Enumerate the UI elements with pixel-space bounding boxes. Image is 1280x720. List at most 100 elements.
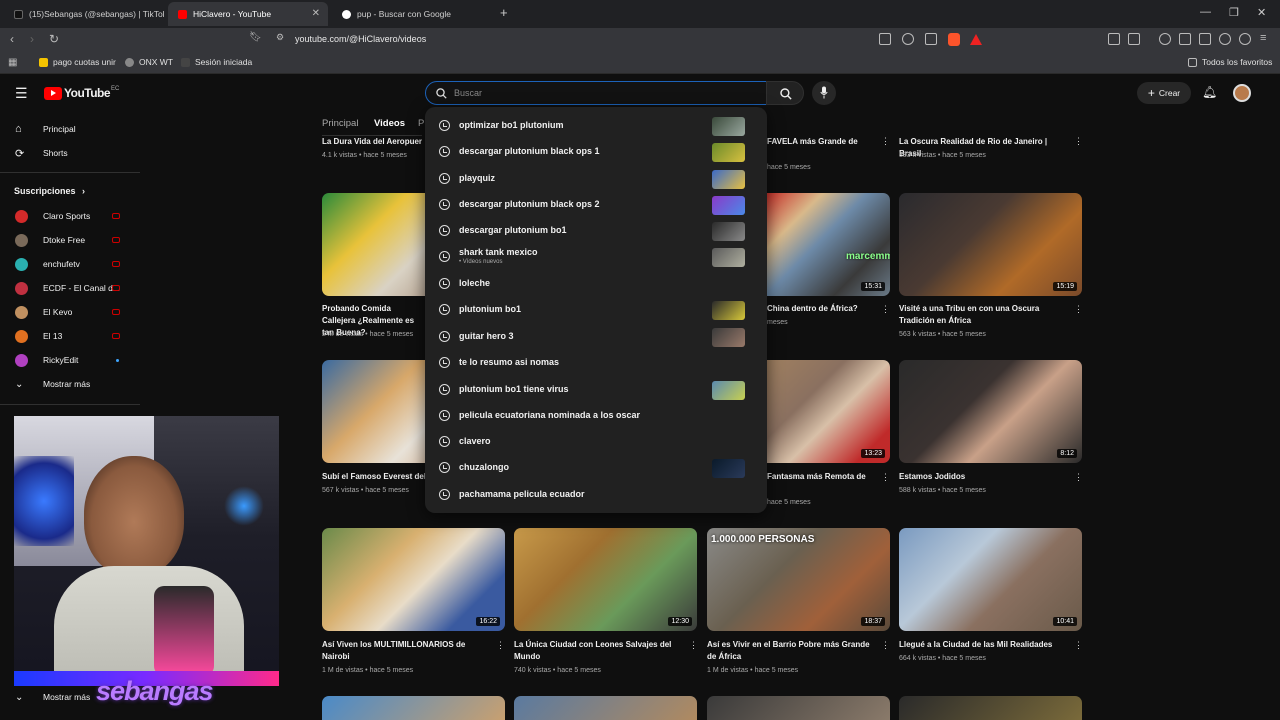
sidebar-item-subscription[interactable]: enchufetv — [0, 253, 140, 275]
video-title[interactable]: FAVELA más Grande de — [767, 136, 867, 148]
search-suggestion[interactable]: loleche — [425, 271, 767, 297]
video-thumbnail[interactable]: 12:30 — [514, 528, 697, 631]
brave-rewards-icon[interactable] — [970, 34, 982, 45]
share-icon[interactable] — [925, 33, 937, 45]
leo-icon[interactable] — [1219, 33, 1231, 45]
more-options-icon[interactable]: ⋮ — [881, 640, 890, 651]
wallet-icon[interactable] — [1199, 33, 1211, 45]
more-options-icon[interactable]: ⋮ — [1074, 472, 1083, 483]
search-suggestion[interactable]: clavero — [425, 429, 767, 455]
search-suggestion[interactable]: plutonium bo1 tiene virus — [425, 377, 767, 403]
video-thumbnail[interactable]: 10:41 — [899, 528, 1082, 631]
video-thumbnail[interactable] — [514, 696, 697, 720]
sidebar-item-subscription[interactable]: RickyEdit — [0, 349, 140, 371]
back-icon[interactable]: ‹ — [10, 32, 14, 46]
bell-icon[interactable]: 🔔︎ — [1202, 85, 1217, 99]
more-options-icon[interactable]: ⋮ — [881, 304, 890, 315]
tab-home[interactable]: Principal — [322, 118, 358, 129]
search-box[interactable] — [425, 81, 767, 105]
video-thumbnail[interactable]: 13:23 — [766, 360, 890, 463]
maximize-icon[interactable]: ❐ — [1229, 6, 1239, 19]
bookmark-item[interactable]: ONX WT — [125, 57, 173, 67]
voice-search-button[interactable] — [812, 81, 836, 105]
sidebar-item-home[interactable]: ⌂ Principal — [0, 118, 140, 140]
sidebar-item-shorts[interactable]: ⟳ Shorts — [0, 142, 140, 164]
video-title[interactable]: China dentro de África? — [767, 303, 877, 315]
tab-tiktok[interactable]: (15)Sebangas (@sebangas) | TikTok — [4, 2, 164, 26]
sidebar-item-subscription[interactable]: ECDF - El Canal d... — [0, 277, 140, 299]
zoom-icon[interactable] — [902, 33, 914, 45]
video-title[interactable]: Llegué a la Ciudad de las Mil Realidades — [899, 639, 1067, 651]
video-thumbnail[interactable] — [707, 696, 890, 720]
tab-youtube[interactable]: HiClavero - YouTube ✕ — [168, 2, 328, 26]
search-suggestion[interactable]: chuzalongo — [425, 455, 767, 481]
more-options-icon[interactable]: ⋮ — [1074, 304, 1083, 315]
screenshot-icon[interactable] — [1128, 33, 1140, 45]
video-title[interactable]: Visité a una Tribu en con una Oscura Tra… — [899, 303, 1067, 327]
video-thumbnail[interactable]: 16:22 — [322, 528, 505, 631]
more-options-icon[interactable]: ⋮ — [689, 640, 698, 651]
hamburger-menu-icon[interactable]: ☰ — [15, 85, 28, 102]
brave-shield-icon[interactable] — [948, 33, 960, 46]
video-title[interactable]: Estamos Jodidos — [899, 471, 1067, 483]
search-suggestion[interactable]: plutonium bo1 — [425, 297, 767, 323]
tab-videos[interactable]: Videos — [374, 118, 405, 129]
bookmark-item[interactable]: pago cuotas unir — [39, 57, 116, 67]
more-options-icon[interactable]: ⋮ — [1074, 640, 1083, 651]
more-options-icon[interactable]: ⋮ — [1074, 136, 1083, 147]
search-suggestion[interactable]: shark tank mexico • Vídeos nuevos — [425, 244, 767, 270]
avatar[interactable] — [1233, 84, 1251, 102]
youtube-logo[interactable]: YouTube EC — [44, 86, 119, 100]
video-title[interactable]: Así Viven los MULTIMILLONARIOS de Nairob… — [322, 639, 490, 663]
search-suggestion[interactable]: descargar plutonium bo1 — [425, 218, 767, 244]
video-title[interactable]: Así es Vivir en el Barrio Pobre más Gran… — [707, 639, 875, 663]
video-title[interactable]: Fantasma más Remota de — [767, 471, 877, 483]
show-more-button[interactable]: ⌄ Mostrar más — [0, 373, 140, 395]
more-options-icon[interactable]: ⋮ — [881, 472, 890, 483]
search-suggestion[interactable]: pachamama pelicula ecuador — [425, 482, 767, 508]
bookmark-icon[interactable]: 🔖︎ — [249, 32, 262, 43]
music-icon[interactable] — [1159, 33, 1171, 45]
search-suggestion[interactable]: pelicula ecuatoriana nominada a los osca… — [425, 403, 767, 429]
all-bookmarks-button[interactable]: Todos los favoritos — [1188, 57, 1272, 67]
search-suggestion[interactable]: optimizar bo1 plutonium — [425, 113, 767, 139]
sidebar-item-subscription[interactable]: Claro Sports — [0, 205, 140, 227]
bookmark-item[interactable]: Sesión iniciada — [181, 57, 252, 67]
video-thumbnail[interactable]: marcemm734 : bombardeen Caracas 15:31 — [766, 193, 890, 296]
video-thumbnail[interactable]: 15:19 — [899, 193, 1082, 296]
window-close-icon[interactable]: ✕ — [1257, 6, 1266, 19]
create-button[interactable]: + Crear — [1137, 82, 1191, 104]
sidebar-item-subscription[interactable]: Dtoke Free — [0, 229, 140, 251]
tab-partial[interactable]: P — [418, 118, 424, 129]
url-field[interactable]: youtube.com/@HiClavero/videos — [295, 34, 426, 44]
video-title[interactable]: La Única Ciudad con Leones Salvajes del … — [514, 639, 682, 663]
search-suggestion[interactable]: te lo resumo asi nomas — [425, 350, 767, 376]
search-suggestion[interactable]: descargar plutonium black ops 1 — [425, 139, 767, 165]
extensions-icon[interactable] — [1108, 33, 1120, 45]
minimize-icon[interactable]: — — [1200, 6, 1211, 18]
more-options-icon[interactable]: ⋮ — [881, 136, 890, 147]
vpn-icon[interactable] — [1239, 33, 1251, 45]
reload-icon[interactable]: ↻ — [49, 32, 59, 46]
site-info-icon[interactable]: ⚙ — [276, 32, 284, 43]
apps-icon[interactable]: ▦ — [8, 57, 17, 68]
search-suggestion[interactable]: guitar hero 3 — [425, 324, 767, 350]
search-suggestion[interactable]: descargar plutonium black ops 2 — [425, 192, 767, 218]
new-tab-button[interactable]: + — [500, 5, 508, 20]
video-title[interactable]: La Dura Vida del Aeropuerto — [322, 136, 422, 148]
subscriptions-heading[interactable]: Suscripciones › — [14, 186, 85, 196]
video-thumbnail[interactable]: 1.000.000 PERSONAS 18:37 — [707, 528, 890, 631]
video-thumbnail[interactable] — [322, 696, 505, 720]
tab-google[interactable]: pup - Buscar con Google — [332, 2, 492, 26]
close-icon[interactable]: ✕ — [312, 8, 320, 19]
cast-icon[interactable] — [879, 33, 891, 45]
search-input[interactable] — [454, 85, 744, 101]
more-options-icon[interactable]: ⋮ — [496, 640, 505, 651]
forward-icon[interactable]: › — [30, 32, 34, 46]
sidebar-item-subscription[interactable]: El 13 — [0, 325, 140, 347]
sidebar-icon[interactable] — [1179, 33, 1191, 45]
video-title[interactable]: Subí el Famoso Everest del — [322, 471, 426, 483]
search-button[interactable] — [766, 81, 804, 105]
sidebar-item-subscription[interactable]: El Kevo — [0, 301, 140, 323]
menu-icon[interactable]: ≡ — [1260, 32, 1266, 44]
